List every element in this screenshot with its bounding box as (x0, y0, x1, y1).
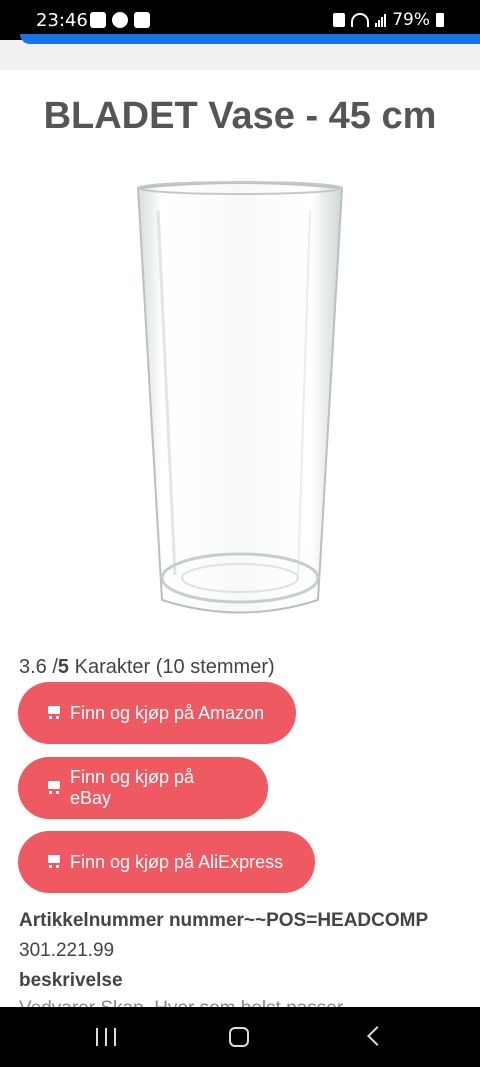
battery-icon (436, 13, 444, 27)
cart-icon (46, 855, 62, 869)
wifi-icon (351, 13, 370, 27)
youtube-icon (90, 12, 106, 28)
buy-ebay-label: Finn og kjøp på eBay (69, 767, 195, 808)
product-image (130, 180, 350, 625)
page-header-strip (0, 34, 480, 70)
buy-aliexpress-button[interactable]: Finn og kjøp på AliExpress (18, 831, 315, 893)
buy-amazon-label: Finn og kjøp på Amazon (70, 702, 265, 723)
facebook-icon (112, 12, 128, 28)
buy-ebay-button[interactable]: Finn og kjøp på eBay (18, 757, 268, 819)
buy-amazon-button[interactable]: Finn og kjøp på Amazon (18, 682, 296, 744)
description-label: beskrivelse (19, 970, 123, 991)
buy-aliexpress-label: Finn og kjøp på AliExpress (70, 851, 284, 872)
rating-value: 3.6 / (19, 656, 58, 678)
rating-votes: Karakter (10 stemmer) (69, 656, 275, 678)
page-title: BLADET Vase - 45 cm (43, 95, 437, 137)
signal-icon (375, 13, 387, 27)
home-icon[interactable] (229, 1027, 249, 1047)
check-icon (134, 12, 150, 28)
lock-icon (333, 13, 346, 27)
status-time: 23:46 (36, 10, 88, 31)
cart-icon (46, 706, 62, 720)
loading-progress-bar (20, 34, 480, 44)
rating-max: 5 (57, 656, 70, 678)
recents-icon[interactable] (96, 1028, 116, 1046)
article-number-label: Artikkelnummer nummer~~POS=HEADCOMP (19, 910, 429, 931)
back-icon[interactable] (367, 1026, 387, 1046)
battery-percent: 79% (392, 10, 430, 30)
vase-illustration (136, 181, 344, 614)
article-number-value: 301.221.99 (19, 940, 115, 961)
product-rating: 3.6 /5 Karakter (10 stemmer) (19, 656, 275, 679)
system-nav-bar (0, 1007, 480, 1067)
cart-icon (46, 781, 62, 795)
